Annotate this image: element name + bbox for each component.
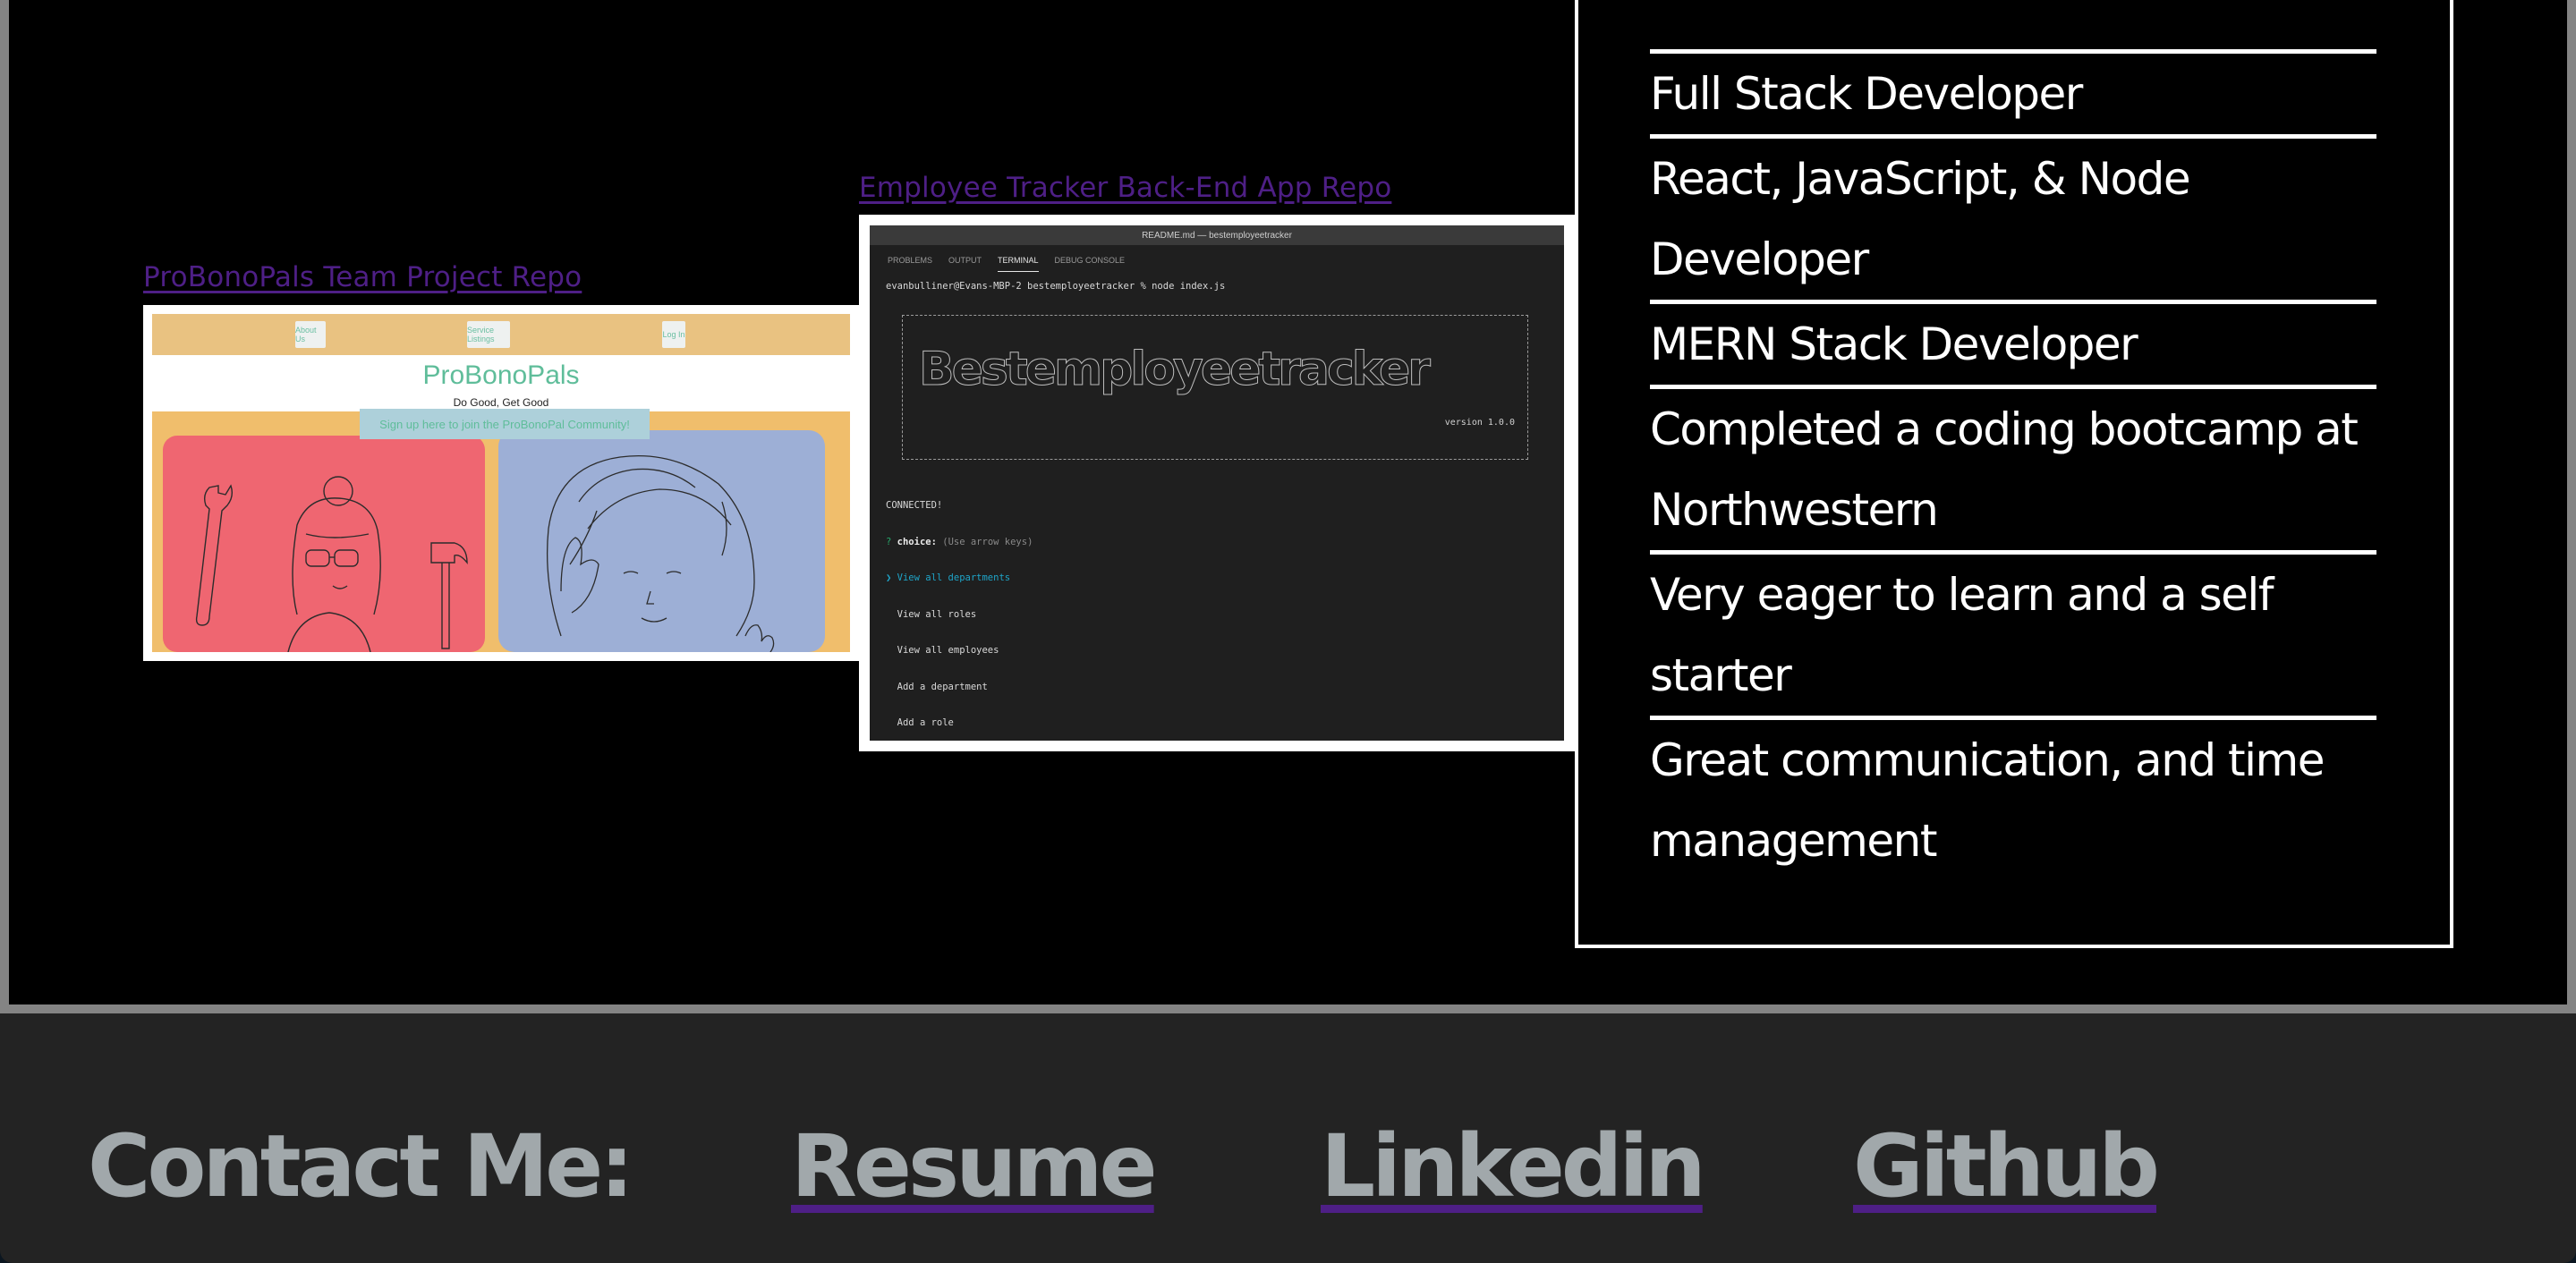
resume-link[interactable]: Resume: [791, 1116, 1158, 1216]
about-item: Great communication, and time management: [1650, 716, 2376, 881]
woman-figure: [287, 476, 381, 652]
tab-output: OUTPUT: [948, 256, 982, 265]
question-mark: ?: [886, 536, 892, 547]
probonopals-signup-button: Sign up here to join the ProBonoPal Comm…: [360, 409, 650, 439]
choice-hint: (Use arrow keys): [942, 536, 1033, 547]
choice-option: View all employees: [897, 645, 999, 656]
github-link[interactable]: Github: [1853, 1116, 2160, 1216]
choice-option: View all roles: [897, 608, 977, 620]
app-version: version 1.0.0: [1444, 418, 1515, 428]
tab-problems: PROBLEMS: [888, 256, 933, 265]
ascii-banner-title: Bestemployeetracker: [919, 343, 1432, 397]
employee-tracker-repo-link[interactable]: Employee Tracker Back-End App Repo: [859, 172, 1391, 204]
terminal-output: CONNECTED! ? choice: (Use arrow keys) ❯ …: [886, 476, 1118, 741]
probonopals-title: ProBonoPals: [422, 360, 580, 390]
projects-section: ProBonoPals Team Project Repo About Us S…: [0, 0, 2576, 1013]
choice-option-selected: ❯ View all departments: [886, 572, 1011, 583]
woman-with-tools-illustration: [195, 476, 468, 652]
connected-message: CONNECTED!: [886, 500, 943, 511]
probonopals-screenshot[interactable]: About Us Service Listings Log In ProBono…: [143, 305, 859, 661]
about-list: Full Stack Developer React, JavaScript, …: [1650, 49, 2376, 881]
hammer-icon: [430, 542, 468, 649]
ascii-banner: Bestemployeetracker version 1.0.0: [902, 315, 1528, 460]
terminal-command-line: evanbulliner@Evans-MBP-2 bestemployeetra…: [886, 281, 1226, 292]
about-item: React, JavaScript, & Node Developer: [1650, 134, 2376, 300]
choice-option: Add a department: [897, 681, 988, 692]
choice-label: choice:: [897, 536, 937, 547]
terminal-window-title: README.md — bestemployeetracker: [870, 225, 1564, 245]
choice-prompt: ? choice: (Use arrow keys): [886, 537, 1118, 549]
probonopals-tagline: Do Good, Get Good: [453, 396, 549, 409]
about-item: Completed a coding bootcamp at Northwest…: [1650, 385, 2376, 550]
curly-hair-person-illustration: [546, 454, 775, 652]
about-item: Full Stack Developer: [1650, 49, 2376, 134]
pointer-icon: ❯: [886, 572, 892, 583]
contact-label: Contact Me:: [88, 1116, 634, 1216]
probonopals-login-button: Log In: [662, 321, 685, 348]
employee-tracker-screenshot[interactable]: README.md — bestemployeetracker PROBLEMS…: [859, 215, 1575, 751]
terminal-preview: README.md — bestemployeetracker PROBLEMS…: [870, 225, 1564, 741]
probonopals-preview: About Us Service Listings Log In ProBono…: [152, 314, 850, 652]
probonopals-about-button: About Us: [295, 321, 326, 348]
terminal-panel-tabs: PROBLEMS OUTPUT TERMINAL DEBUG CONSOLE: [870, 245, 1564, 281]
about-item: MERN Stack Developer: [1650, 300, 2376, 385]
probonopals-navbar: About Us Service Listings Log In: [152, 314, 850, 355]
tab-terminal: TERMINAL: [998, 256, 1039, 272]
probonopals-repo-link[interactable]: ProBonoPals Team Project Repo: [143, 261, 582, 293]
probonopals-listings-button: Service Listings: [467, 321, 510, 348]
contact-footer: Contact Me: Resume Linkedin Github: [0, 1013, 2576, 1263]
linkedin-link[interactable]: Linkedin: [1321, 1116, 1706, 1216]
choice-option: Add a role: [897, 717, 954, 728]
tab-debug-console: DEBUG CONSOLE: [1054, 256, 1126, 265]
about-panel: Full Stack Developer React, JavaScript, …: [1575, 0, 2453, 948]
wrench-icon: [195, 484, 234, 626]
about-item: Very eager to learn and a self starter: [1650, 550, 2376, 716]
portfolio-page: ProBonoPals Team Project Repo About Us S…: [0, 0, 2576, 1263]
